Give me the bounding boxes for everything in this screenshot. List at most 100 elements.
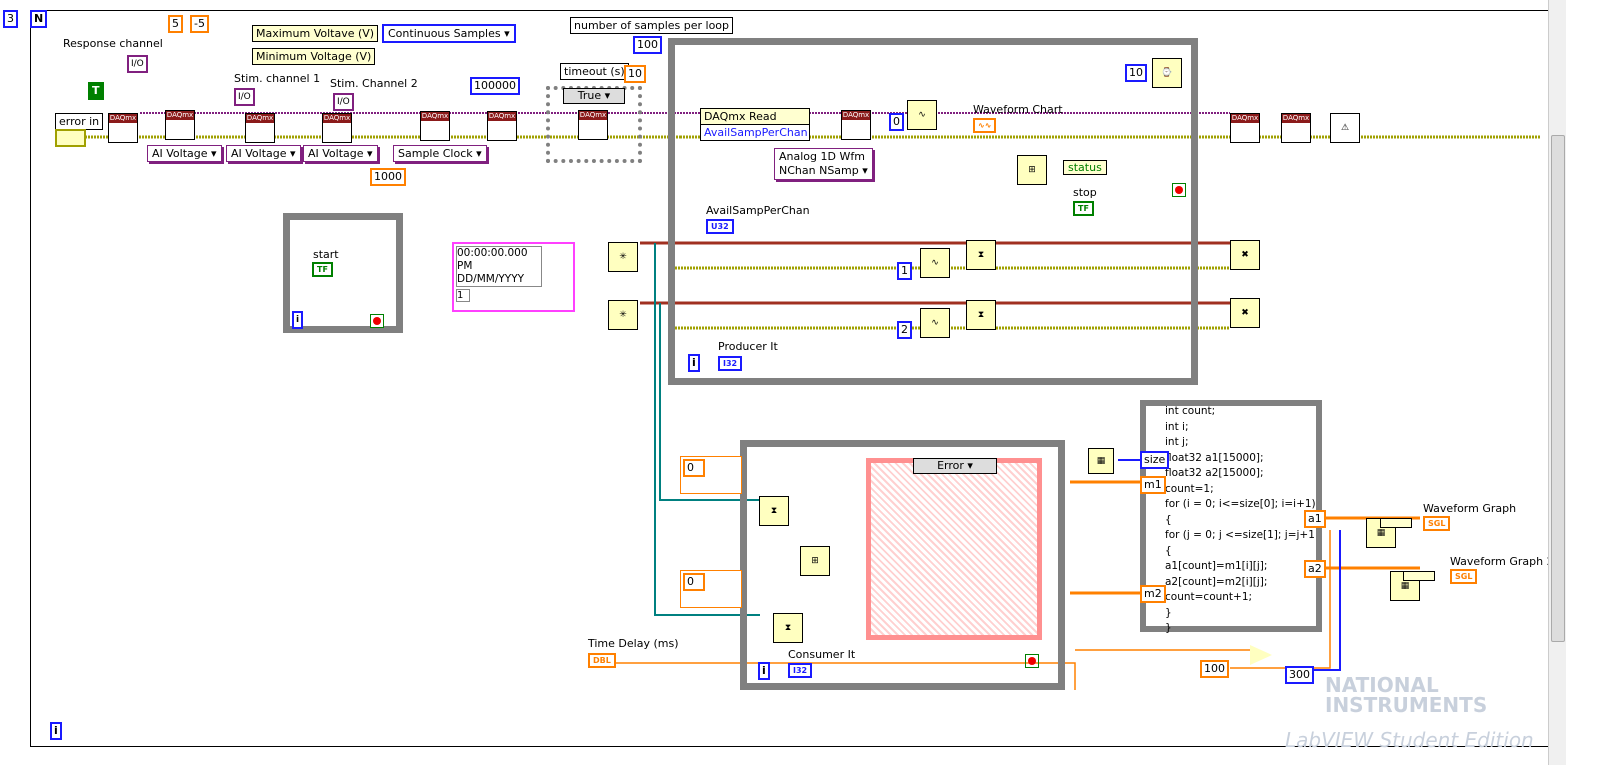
wait-ms-fn[interactable]: ⌚ — [1152, 58, 1182, 88]
formula-code[interactable]: int count; int i; int j; float32 a1[1500… — [1165, 404, 1316, 637]
ring-value: Sample Clock — [398, 147, 473, 160]
sample-mode-ring[interactable]: Continuous Samples ▾ — [382, 24, 516, 43]
case-selector[interactable]: True ▾ — [563, 88, 625, 104]
daqmx-read-property: AvailSampPerChan — [704, 126, 808, 139]
timestamp-time: 00:00:00.000 PM — [457, 247, 528, 272]
sample-clock-ring[interactable]: Sample Clock ▾ — [393, 145, 487, 162]
array-size-fn[interactable]: ▦ — [1088, 448, 1114, 474]
waveform-graph-label: Waveform Graph — [1423, 502, 1517, 515]
greater-than-fn[interactable] — [1250, 645, 1272, 665]
consumer-iteration-indicator: I32 — [788, 663, 813, 678]
start-button-terminal[interactable]: TF — [312, 262, 333, 277]
stim2-label: Stim. Channel 2 — [330, 77, 418, 90]
release-queue-2[interactable]: ✖ — [1230, 298, 1260, 328]
daqmx-create-channel-vi[interactable] — [165, 110, 195, 140]
waveform-graph-terminal: SGL — [1423, 516, 1451, 531]
formula-output-a1: a1 — [1304, 510, 1326, 528]
index-constant-1[interactable]: 1 — [897, 262, 912, 280]
daqmx-sample-clock-vi[interactable] — [420, 111, 450, 141]
index-waveform-fn-2[interactable]: ∿ — [920, 248, 950, 278]
samples-per-loop-label: number of samples per loop — [570, 17, 734, 34]
loop-count-constant[interactable]: 3 — [3, 10, 18, 28]
buffer-size-constant[interactable]: 100000 — [470, 77, 520, 95]
ring-value: AI Voltage — [231, 147, 287, 160]
timeout-constant[interactable]: 10 — [624, 65, 646, 83]
consumer-iteration-label: Consumer It — [788, 648, 856, 661]
timestamp-cluster-constant[interactable]: 00:00:00.000 PM DD/MM/YYYY 1 — [452, 242, 575, 312]
waveform-graph2-label: Waveform Graph 2 — [1450, 555, 1554, 568]
enqueue-fn-1[interactable]: ⧗ — [966, 240, 996, 270]
daqmx-timing-vi[interactable] — [108, 113, 138, 143]
outer-iteration-terminal: i — [50, 722, 62, 740]
obtain-queue-2[interactable]: ✳ — [608, 300, 638, 330]
daqmx-buffer-config-vi[interactable] — [487, 111, 517, 141]
obtain-queue-1[interactable]: ✳ — [608, 242, 638, 272]
daqmx-create-channel-vi-2[interactable] — [245, 113, 275, 143]
formula-output-a2: a2 — [1304, 560, 1326, 578]
stop-button-terminal[interactable]: TF — [1073, 201, 1094, 216]
dequeue-fn-2[interactable]: ⧗ — [773, 613, 803, 643]
true-constant[interactable]: T — [88, 82, 104, 100]
timestamp-value: 1 — [456, 289, 470, 302]
daqmx-create-channel-vi-3[interactable] — [322, 113, 352, 143]
daqmx-stop-task-vi[interactable] — [1230, 113, 1260, 143]
daqmx-read-node[interactable]: DAQmx Read AvailSampPerChan — [700, 108, 810, 141]
formula-input-size: size — [1140, 451, 1170, 469]
simple-error-handler[interactable]: ⚠ — [1330, 113, 1360, 143]
daqmx-clear-task-vi[interactable] — [1281, 113, 1311, 143]
ring-value: AI Voltage — [308, 147, 364, 160]
ai-voltage-ring-1[interactable]: AI Voltage ▾ — [147, 145, 222, 162]
loop-stop-terminal — [370, 314, 384, 328]
timeout-label: timeout (s) — [560, 63, 629, 80]
array-element: 0 — [683, 573, 705, 591]
ai-voltage-ring-3[interactable]: AI Voltage ▾ — [303, 145, 378, 162]
stim1-control[interactable]: I/O — [234, 88, 255, 106]
dequeue-fn-1[interactable]: ⧗ — [759, 496, 789, 526]
max-voltage-note: Maximum Voltave (V) — [252, 25, 379, 42]
constant-100[interactable]: 100 — [1200, 660, 1229, 678]
read-format-ring[interactable]: Analog 1D Wfm NChan NSamp ▾ — [774, 148, 873, 180]
scrollbar-thumb[interactable] — [1551, 135, 1565, 642]
response-channel-control[interactable]: I/O — [127, 55, 148, 73]
student-edition-watermark: LabVIEW Student Edition — [1285, 728, 1534, 752]
bundle-fn[interactable]: ⊞ — [1017, 155, 1047, 185]
index-constant-0[interactable]: 0 — [889, 113, 904, 131]
error-in-label: error in — [55, 113, 104, 130]
stim2-control[interactable]: I/O — [333, 93, 354, 111]
producer-stop-terminal — [1172, 183, 1186, 197]
sample-mode-value: Continuous Samples — [388, 27, 501, 40]
timestamp-date: DD/MM/YYYY — [457, 273, 525, 285]
index-waveform-fn[interactable]: ∿ — [907, 100, 937, 130]
build-waveform-2[interactable] — [1403, 571, 1435, 581]
max-voltage-constant[interactable]: 5 — [168, 15, 183, 33]
time-delay-control[interactable]: DBL — [588, 653, 616, 668]
response-channel-label: Response channel — [63, 37, 163, 50]
array-constant-1[interactable]: 0 — [680, 456, 742, 494]
loop-count-terminal: N — [30, 10, 48, 28]
formula-input-m2: m2 — [1140, 585, 1166, 603]
vertical-scrollbar[interactable] — [1548, 0, 1566, 765]
release-queue-1[interactable]: ✖ — [1230, 240, 1260, 270]
waveform-graph2-terminal: SGL — [1450, 569, 1478, 584]
min-voltage-constant[interactable]: -5 — [190, 15, 209, 33]
avail-samp-label: AvailSampPerChan — [706, 204, 810, 217]
sample-rate-constant[interactable]: 1000 — [370, 168, 406, 186]
daqmx-read-vi[interactable] — [841, 110, 871, 140]
samples-per-loop-constant[interactable]: 100 — [633, 36, 662, 54]
constant-300[interactable]: 300 — [1285, 666, 1314, 684]
error-in-control[interactable] — [55, 129, 86, 147]
ring-value: AI Voltage — [152, 147, 208, 160]
daqmx-read-title: DAQmx Read — [701, 109, 809, 125]
iteration-terminal: i — [292, 311, 304, 329]
error-case-selector[interactable]: Error ▾ — [913, 458, 997, 474]
unbundle-status: status — [1063, 160, 1107, 175]
daqmx-start-task-vi[interactable] — [578, 110, 608, 140]
merge-errors-fn[interactable]: ⊞ — [800, 546, 830, 576]
ai-voltage-ring-2[interactable]: AI Voltage ▾ — [226, 145, 301, 162]
wait-constant[interactable]: 10 — [1125, 64, 1147, 82]
array-constant-2[interactable]: 0 — [680, 570, 742, 608]
index-constant-2[interactable]: 2 — [897, 321, 912, 339]
enqueue-fn-2[interactable]: ⧗ — [966, 300, 996, 330]
build-waveform-1[interactable] — [1380, 518, 1412, 528]
index-waveform-fn-3[interactable]: ∿ — [920, 308, 950, 338]
